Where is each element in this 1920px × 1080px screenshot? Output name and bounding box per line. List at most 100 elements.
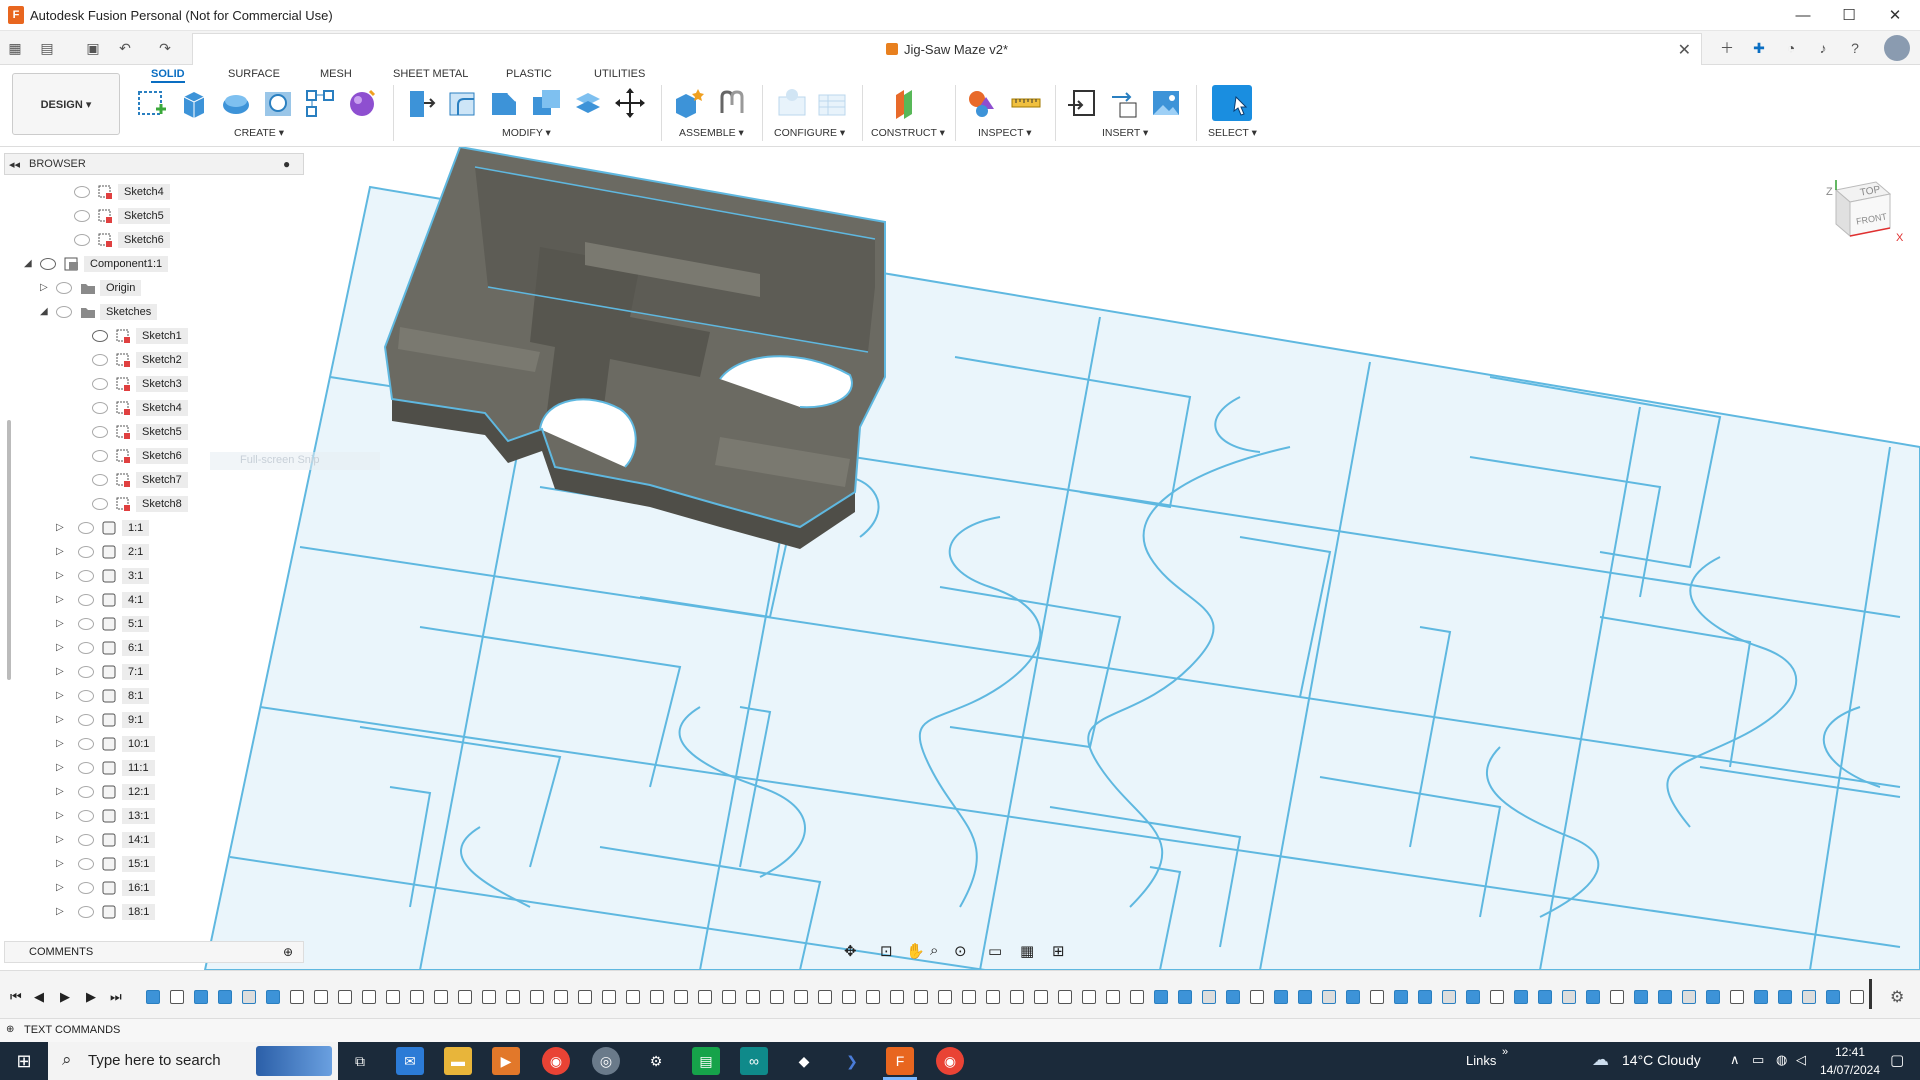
timeline-sketch-icon[interactable] (290, 990, 304, 1004)
user-avatar[interactable] (1884, 35, 1910, 61)
timeline-feature-icon[interactable] (1178, 990, 1192, 1004)
visibility-eye-icon[interactable] (78, 738, 94, 750)
browser-row[interactable]: ▷ 4:1 (0, 588, 300, 612)
expand-toggle-icon[interactable]: ▷ (56, 834, 64, 845)
timeline-feature-icon[interactable] (1394, 990, 1408, 1004)
job-status-icon[interactable]: ◔ (1782, 39, 1800, 57)
browser-row[interactable]: ▷ 12:1 (0, 780, 300, 804)
comments-panel[interactable]: COMMENTS ⊕ (4, 941, 304, 963)
fusion-taskbar-icon[interactable]: F (886, 1047, 914, 1075)
extensions-icon[interactable]: ✚ (1750, 39, 1768, 57)
visibility-eye-icon[interactable] (92, 498, 108, 510)
new-tab-plus-icon[interactable]: ＋ (1718, 39, 1736, 57)
insert-menu[interactable]: INSERT ▾ (1102, 127, 1148, 139)
chamfer-icon[interactable] (488, 87, 520, 119)
timeline-feature-icon[interactable] (218, 990, 232, 1004)
viewports-icon[interactable]: ⊞ (1052, 942, 1065, 960)
file-menu-icon[interactable]: ▤ (38, 39, 56, 57)
browser-row[interactable]: Sketch1 (0, 324, 300, 348)
browser-row[interactable]: Sketch4 (0, 396, 300, 420)
expand-toggle-icon[interactable]: ▷ (56, 522, 64, 533)
visibility-eye-icon[interactable] (74, 186, 90, 198)
timeline-feature-icon[interactable] (146, 990, 160, 1004)
timeline-feature-icon[interactable] (1346, 990, 1360, 1004)
grid-settings-icon[interactable]: ▦ (1020, 942, 1034, 960)
timeline-sketch-icon[interactable] (1610, 990, 1624, 1004)
visibility-eye-icon[interactable] (74, 210, 90, 222)
visibility-eye-icon[interactable] (78, 762, 94, 774)
timeline-feature-icon[interactable] (1298, 990, 1312, 1004)
links-toolbar-label[interactable]: Links (1466, 1053, 1496, 1068)
timeline-sketch-icon[interactable] (1490, 990, 1504, 1004)
combine-icon[interactable] (530, 87, 562, 119)
timeline-feature-icon[interactable] (1322, 990, 1336, 1004)
chrome-profile-icon[interactable]: ◉ (936, 1047, 964, 1075)
fit-icon[interactable]: ⊙ (954, 942, 967, 960)
create-menu[interactable]: CREATE ▾ (234, 127, 284, 139)
visibility-eye-icon[interactable] (92, 330, 108, 342)
timeline-sketch-icon[interactable] (170, 990, 184, 1004)
media-player-icon[interactable]: ▶ (492, 1047, 520, 1075)
timeline-sketch-icon[interactable] (770, 990, 784, 1004)
visibility-eye-icon[interactable] (92, 402, 108, 414)
visibility-eye-icon[interactable] (78, 642, 94, 654)
pan-icon[interactable]: ✋ (906, 942, 925, 960)
visibility-eye-icon[interactable] (78, 594, 94, 606)
browser-row[interactable]: ▷ 15:1 (0, 852, 300, 876)
network-icon[interactable]: ◍ (1776, 1052, 1787, 1068)
clock-time[interactable]: 12:41 (1820, 1045, 1880, 1059)
visibility-eye-icon[interactable] (78, 834, 94, 846)
task-view-icon[interactable]: ⧉ (346, 1047, 374, 1075)
orbit-icon[interactable]: ✥ (844, 942, 857, 960)
timeline-sketch-icon[interactable] (506, 990, 520, 1004)
timeline-sketch-icon[interactable] (602, 990, 616, 1004)
press-pull-icon[interactable] (404, 87, 436, 119)
minimize-button[interactable]: — (1780, 0, 1826, 31)
create-sketch-icon[interactable] (136, 87, 168, 119)
spreadsheet-app-icon[interactable]: ▤ (692, 1047, 720, 1075)
visibility-eye-icon[interactable] (78, 522, 94, 534)
timeline-next-icon[interactable]: ▶ (86, 989, 96, 1005)
browser-row[interactable]: Sketch2 (0, 348, 300, 372)
visibility-eye-icon[interactable] (78, 618, 94, 630)
browser-row[interactable]: Sketch5 (0, 204, 300, 228)
timeline-feature-icon[interactable] (1226, 990, 1240, 1004)
expand-toggle-icon[interactable]: ▷ (56, 570, 64, 581)
browser-row[interactable]: ▷ 1:1 (0, 516, 300, 540)
browser-row[interactable]: ▷ 10:1 (0, 732, 300, 756)
visibility-eye-icon[interactable] (92, 450, 108, 462)
browser-scrollbar[interactable] (7, 420, 11, 680)
expand-toggle-icon[interactable]: ▷ (56, 666, 64, 677)
timeline-feature-icon[interactable] (1202, 990, 1216, 1004)
expand-toggle-icon[interactable]: ▷ (56, 762, 64, 773)
maximize-button[interactable]: ☐ (1826, 0, 1872, 31)
select-icon[interactable] (1212, 85, 1252, 121)
expand-toggle-icon[interactable]: ▷ (56, 906, 64, 917)
timeline-sketch-icon[interactable] (578, 990, 592, 1004)
fillet-icon[interactable] (446, 87, 478, 119)
timeline-marker[interactable] (1869, 979, 1872, 1009)
browser-row[interactable]: ▷ 7:1 (0, 660, 300, 684)
browser-row[interactable]: Sketch3 (0, 372, 300, 396)
browser-row[interactable]: ▷ 2:1 (0, 540, 300, 564)
insert-canvas-icon[interactable] (1150, 87, 1182, 119)
timeline-feature-icon[interactable] (194, 990, 208, 1004)
tab-mesh[interactable]: MESH (320, 68, 352, 80)
browser-row[interactable]: ▷ 9:1 (0, 708, 300, 732)
browser-row[interactable]: Sketch6 (0, 228, 300, 252)
timeline-feature-icon[interactable] (242, 990, 256, 1004)
configure-table-icon[interactable] (776, 87, 808, 119)
modify-menu[interactable]: MODIFY ▾ (502, 127, 551, 139)
expand-toggle-icon[interactable]: ▷ (56, 618, 64, 629)
expand-toggle-icon[interactable]: ▷ (56, 546, 64, 557)
browser-panel-header[interactable]: ◂◂ BROWSER ● (4, 153, 304, 175)
expand-toggle-icon[interactable]: ◢ (24, 258, 32, 269)
timeline-feature-icon[interactable] (1466, 990, 1480, 1004)
expand-toggle-icon[interactable]: ▷ (56, 642, 64, 653)
timeline-sketch-icon[interactable] (626, 990, 640, 1004)
timeline-sketch-icon[interactable] (410, 990, 424, 1004)
timeline-track[interactable] (146, 987, 1866, 1009)
timeline-feature-icon[interactable] (1154, 990, 1168, 1004)
timeline-feature-icon[interactable] (1442, 990, 1456, 1004)
form-sphere-icon[interactable] (346, 87, 378, 119)
